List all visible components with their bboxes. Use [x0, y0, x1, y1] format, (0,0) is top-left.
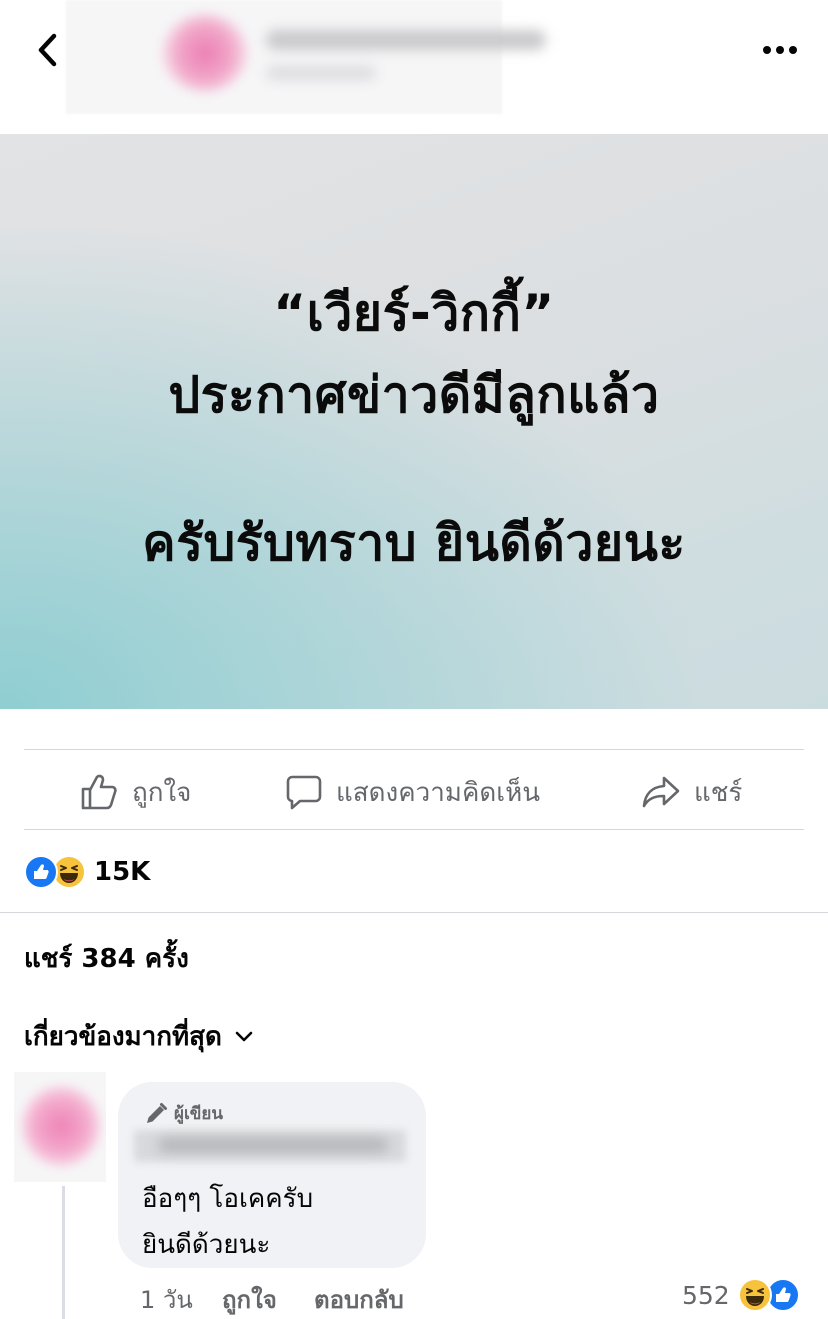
- author-info-redacted[interactable]: [66, 0, 546, 114]
- comment-icon: [286, 775, 322, 810]
- post-image-subtitle: ประกาศข่าวดีมีลูกแล้ว: [168, 366, 660, 424]
- like-button[interactable]: ถูกใจ: [80, 764, 191, 820]
- commenter-name-redacted-text: [158, 1138, 388, 1152]
- more-options-button[interactable]: [758, 30, 802, 70]
- comment-like-button[interactable]: ถูกใจ: [222, 1280, 277, 1319]
- sort-label: เกี่ยวข้องมากที่สุด: [24, 1022, 222, 1052]
- pencil-icon: [147, 1102, 167, 1123]
- author-avatar[interactable]: [162, 14, 248, 92]
- comment-reactions[interactable]: 552: [682, 1276, 800, 1314]
- reaction-count: 15K: [94, 857, 151, 887]
- comment-text-line: อือๆๆ โอเคครับ: [142, 1184, 314, 1214]
- author-name-redacted: [266, 30, 546, 50]
- avatar-redacted: [22, 1086, 100, 1166]
- like-reaction-icon: [24, 855, 58, 889]
- share-button[interactable]: แชร์: [642, 764, 742, 820]
- thumbs-up-icon: [81, 774, 117, 810]
- divider: [0, 912, 828, 913]
- post-header: [0, 0, 828, 134]
- back-button[interactable]: [30, 28, 64, 72]
- share-arrow-icon: [642, 776, 680, 808]
- comment-label: แสดงความคิดเห็น: [336, 777, 541, 808]
- chevron-left-icon: [38, 33, 57, 67]
- share-label: แชร์: [694, 777, 743, 808]
- comment-button[interactable]: แสดงความคิดเห็น: [286, 764, 540, 820]
- divider: [24, 749, 804, 750]
- chevron-down-icon: [235, 1031, 253, 1041]
- comment-sort-dropdown[interactable]: เกี่ยวข้องมากที่สุด: [24, 1016, 254, 1057]
- divider: [24, 829, 804, 830]
- author-badge-label: ผู้เขียน: [174, 1104, 223, 1124]
- comment-text-line: ยินดีด้วยนะ: [142, 1230, 271, 1260]
- comment-bubble[interactable]: ผู้เขียน อือๆๆ โอเคครับ ยินดีด้วยนะ: [118, 1082, 426, 1268]
- post-image-caption: ครับรับทราบ ยินดีด้วยนะ: [142, 514, 686, 572]
- post-meta-redacted: [266, 66, 376, 80]
- more-horizontal-icon: [763, 46, 797, 54]
- like-label: ถูกใจ: [132, 777, 192, 808]
- haha-reaction-icon: [737, 1278, 772, 1312]
- post-image[interactable]: “เวียร์-วิกกี้” ประกาศข่าวดีมีลูกแล้ว คร…: [0, 134, 828, 709]
- post-image-title: “เวียร์-วิกกี้”: [273, 284, 555, 342]
- comment-reaction-count: 552: [682, 1280, 730, 1310]
- reactions-summary[interactable]: 15K: [24, 852, 150, 892]
- author-badge: ผู้เขียน: [144, 1100, 223, 1127]
- comment-reply-button[interactable]: ตอบกลับ: [314, 1280, 404, 1319]
- commenter-avatar[interactable]: [14, 1072, 106, 1182]
- thread-line: [62, 1186, 65, 1319]
- share-count[interactable]: แชร์ 384 ครั้ง: [24, 938, 189, 979]
- comment-timestamp: 1 วัน: [140, 1286, 193, 1314]
